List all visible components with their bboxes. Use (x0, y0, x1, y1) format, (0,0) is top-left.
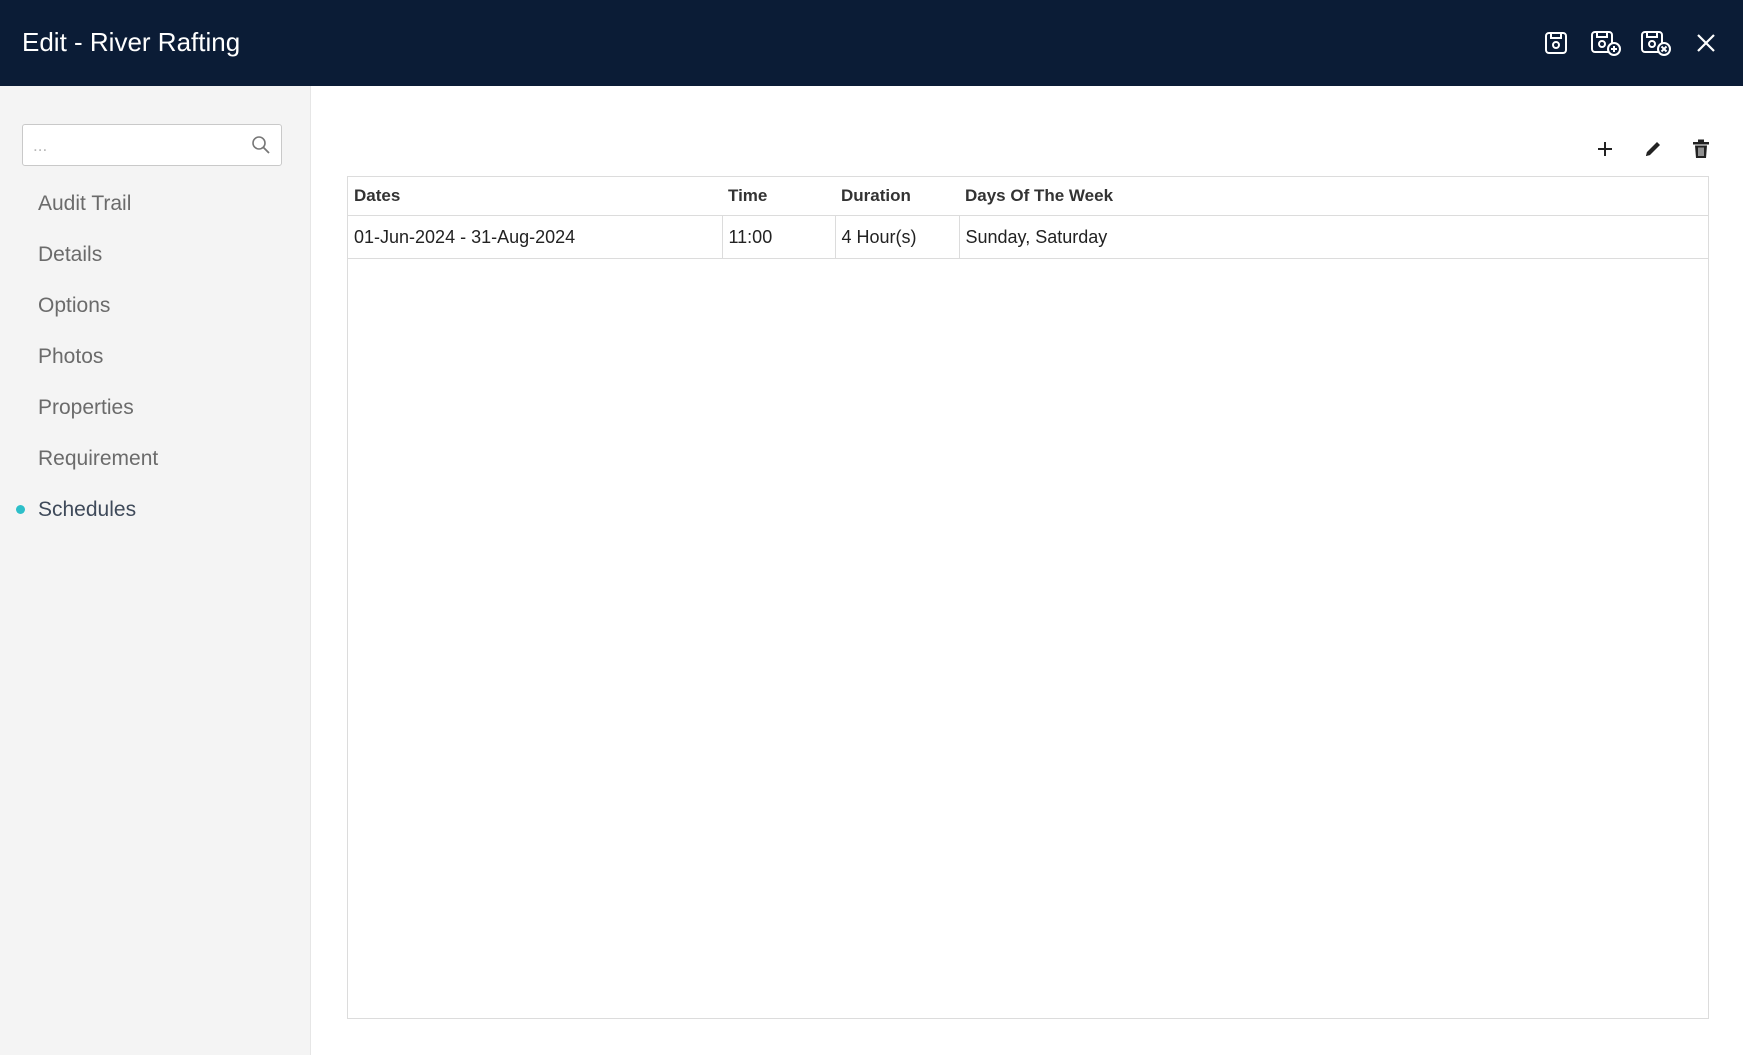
add-icon (1598, 142, 1612, 156)
sidebar-item-label: Schedules (38, 498, 137, 521)
cell-time: 11:00 (722, 215, 836, 259)
sidebar: Audit Trail Details Options Photos Prope… (0, 86, 311, 1055)
active-indicator-dot (16, 505, 25, 514)
sidebar-item-audit-trail[interactable]: Audit Trail (0, 188, 310, 239)
save-icon (1545, 32, 1567, 54)
table-header-row: Dates Time Duration Days Of The Week (348, 177, 1708, 216)
sidebar-nav: Audit Trail Details Options Photos Prope… (0, 188, 310, 545)
sidebar-item-options[interactable]: Options (0, 290, 310, 341)
sidebar-item-label: Details (38, 243, 103, 266)
add-button[interactable] (1590, 133, 1620, 165)
save-button[interactable] (1539, 24, 1573, 62)
sidebar-item-label: Photos (38, 345, 104, 368)
save-and-close-button[interactable] (1639, 24, 1673, 62)
search-box (22, 124, 282, 167)
schedules-grid: Dates Time Duration Days Of The Week 01-… (347, 176, 1709, 1019)
cell-days-of-week: Sunday, Saturday (959, 215, 1708, 259)
edit-icon (1646, 142, 1660, 156)
header-actions (1539, 24, 1723, 62)
page-title: Edit - River Rafting (22, 27, 241, 57)
delete-icon (1693, 139, 1709, 158)
cell-dates: 01-Jun-2024 - 31-Aug-2024 (348, 215, 723, 259)
delete-button[interactable] (1686, 133, 1716, 165)
search-icon[interactable] (251, 135, 271, 155)
column-header-dates[interactable]: Dates (348, 177, 722, 216)
sidebar-item-properties[interactable]: Properties (0, 392, 310, 443)
cell-duration: 4 Hour(s) (835, 215, 960, 259)
schedules-table: Dates Time Duration Days Of The Week 01-… (348, 177, 1708, 259)
column-header-time[interactable]: Time (722, 177, 835, 216)
sidebar-item-label: Options (38, 294, 111, 317)
sidebar-item-details[interactable]: Details (0, 239, 310, 290)
grid-toolbar (1590, 133, 1716, 165)
sidebar-item-schedules[interactable]: Schedules (0, 494, 310, 545)
save-and-new-button[interactable] (1589, 24, 1623, 62)
sidebar-item-photos[interactable]: Photos (0, 341, 310, 392)
close-icon (1697, 34, 1715, 52)
edit-button[interactable] (1638, 133, 1668, 165)
search-input[interactable] (31, 125, 245, 167)
save-and-new-icon (1591, 31, 1621, 56)
column-header-days-of-week[interactable]: Days Of The Week (959, 177, 1708, 216)
column-header-duration[interactable]: Duration (835, 177, 959, 216)
title-bar: Edit - River Rafting (0, 0, 1743, 86)
sidebar-item-label: Audit Trail (38, 192, 132, 215)
table-row[interactable]: 01-Jun-2024 - 31-Aug-2024 11:00 4 Hour(s… (348, 215, 1708, 259)
sidebar-item-requirement[interactable]: Requirement (0, 443, 310, 494)
sidebar-item-label: Properties (38, 396, 134, 419)
save-and-close-icon (1641, 31, 1671, 56)
sidebar-item-label: Requirement (38, 447, 159, 470)
close-button[interactable] (1689, 24, 1723, 62)
